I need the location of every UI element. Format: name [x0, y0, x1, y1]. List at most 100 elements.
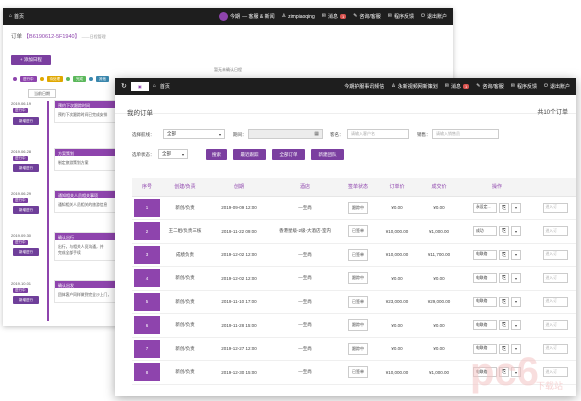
customer-input[interactable]: 请输入客户名 — [347, 129, 409, 139]
chevron-down-icon: ▾ — [218, 132, 221, 137]
status-button[interactable]: 跟踪中 — [348, 319, 368, 332]
copy-icon[interactable]: ⎘ — [499, 249, 509, 260]
enter-order-button[interactable]: 进入订 — [542, 320, 568, 331]
op-select[interactable]: 永设定... — [473, 202, 497, 213]
cell-date: 2019-12-30 15:00 — [208, 360, 270, 385]
enter-order-button[interactable]: 进入订 — [542, 273, 568, 284]
home-link[interactable]: ⌂ 首页 — [3, 13, 24, 21]
greeting-text: 今期护服事讯频信 — [344, 84, 385, 90]
entry-card[interactable]: 方案策划 制定旅游策划方案 — [54, 148, 119, 171]
entry-card[interactable]: 确认出行 出行，与相关人员沟通，并 完成全部手续 — [54, 232, 119, 261]
copy-icon[interactable]: ⎘ — [499, 226, 509, 237]
entry-action-button[interactable]: 新增进行 — [13, 248, 39, 256]
enter-order-button[interactable]: 进入订 — [542, 249, 568, 260]
feedback-link[interactable]: ✉ 程序反馈 — [388, 13, 414, 21]
route-select[interactable]: 全部 ▾ — [163, 129, 225, 139]
entry-card[interactable]: 确认出发 团体客户同样做到完全沙上门， — [54, 280, 119, 303]
logout-link[interactable]: ⏻ 退出账户 — [544, 83, 570, 91]
entry-card[interactable]: 预约下次跟踪时间 预约下次跟踪时间已完成安排 — [54, 100, 119, 123]
copy-icon[interactable]: ⎘ — [499, 296, 509, 307]
sales-input[interactable]: 请输入销售员 — [432, 129, 499, 139]
add-log-button[interactable]: + 添加日程 — [11, 55, 51, 65]
recent-follow-button[interactable]: 最近跟踪 — [233, 149, 266, 160]
logout-link[interactable]: ⏻ 退出账户 — [421, 13, 447, 21]
cell-owner: 新创/负责 — [162, 313, 208, 338]
chevron-down-icon[interactable]: ▾ — [511, 296, 521, 307]
logout-label: 退出账户 — [426, 14, 447, 20]
status-button[interactable]: 已签单 — [348, 366, 368, 379]
status-legend: 进行中 待处理 完成 其他 — [13, 76, 109, 82]
log-date-button[interactable]: 当前日期 — [28, 89, 56, 98]
cell-hotel: —至尚 — [270, 360, 340, 385]
status-button[interactable]: 跟踪中 — [348, 342, 368, 355]
date-range-input[interactable]: ▦ — [248, 129, 323, 139]
sales-label: 销售： — [417, 132, 431, 137]
home-link[interactable]: ↻ ▣ ⌂ 首页 — [115, 82, 170, 91]
copy-icon[interactable]: ⎘ — [499, 320, 509, 331]
enter-order-button[interactable]: 进入订 — [542, 202, 568, 213]
chat-link[interactable]: ✎ 咨询/客服 — [353, 13, 381, 21]
entry-card[interactable]: 通知相关人员相关事项 通知相关人员相关的旅游信息 — [54, 190, 119, 213]
feedback-link[interactable]: ✉ 程序反馈 — [510, 83, 537, 91]
status-button[interactable]: 已签单 — [348, 225, 368, 238]
account-name: 永新视频网新策划 — [397, 84, 438, 90]
cell-deal: ¥0.00 — [418, 313, 460, 338]
legend-chip[interactable]: 进行中 — [20, 76, 37, 82]
enter-order-button[interactable]: 进入订 — [542, 296, 568, 307]
status-button[interactable]: 已签单 — [348, 295, 368, 308]
cell-deal: ¥0.00 — [418, 266, 460, 291]
status-button[interactable]: 跟踪中 — [348, 201, 368, 214]
messages-link[interactable]: ✉ 消息 1 — [445, 83, 470, 90]
user-menu[interactable]: ♙ zimpiaoqing — [282, 14, 315, 20]
search-button[interactable]: 搜索 — [206, 149, 227, 160]
op-select[interactable]: 电联络 — [473, 249, 497, 260]
cell-extra: 进入订 — [534, 313, 576, 338]
table-row: 4 新创/负责 2019-12-02 12:00 —至尚 跟踪中 ¥0.00 ¥0.00 电联… — [132, 266, 576, 291]
entry-action-button[interactable]: 新增进行 — [13, 117, 39, 125]
legend-chip[interactable]: 待处理 — [46, 76, 63, 82]
enter-order-button[interactable]: 进入订 — [542, 226, 568, 237]
table-row: 2 王二姐/负责三核 2019-11-22 09:00 香港星级-2级-大酒店-室内已… — [132, 219, 576, 244]
entry-title: 通知相关人员相关事项 — [55, 191, 118, 198]
refresh-icon[interactable]: ↻ — [121, 83, 127, 90]
entry-action-button[interactable]: 新增进行 — [13, 296, 39, 304]
chevron-down-icon[interactable]: ▾ — [511, 249, 521, 260]
entry-badge: 进行中 — [13, 108, 28, 113]
chat-link[interactable]: ✎ 咨询/客服 — [476, 83, 504, 91]
customer-label: 客名： — [330, 132, 344, 137]
entry-action-button[interactable]: 新增进行 — [13, 206, 39, 214]
entry-body: 预约下次跟踪时间已完成安排 — [55, 108, 118, 122]
messages-badge: 1 — [462, 84, 470, 89]
chevron-down-icon[interactable]: ▾ — [511, 226, 521, 237]
status-button[interactable]: 已签单 — [348, 248, 368, 261]
feedback-icon: ✉ — [510, 83, 515, 89]
all-orders-button[interactable]: 全部订单 — [272, 149, 305, 160]
status-button[interactable]: 跟踪中 — [348, 272, 368, 285]
entry-body-line: 预约下次跟踪时间已完成安排 — [58, 113, 108, 117]
messages-link[interactable]: ✉ 消息 1 — [322, 13, 347, 20]
op-select[interactable]: 成功 — [473, 226, 497, 237]
legend-chip[interactable]: 其他 — [96, 76, 109, 82]
cell-price: ¥10,000.00 — [376, 243, 418, 267]
copy-icon[interactable]: ⎘ — [499, 202, 509, 213]
op-select[interactable]: 电联络 — [473, 273, 497, 284]
user-menu[interactable]: ♙ 永新视频网新策划 — [391, 83, 438, 91]
new-team-button[interactable]: 新建团队 — [311, 149, 344, 160]
chevron-down-icon[interactable]: ▾ — [511, 273, 521, 284]
cell-price: ¥0.00 — [376, 196, 418, 220]
entry-body-line: 通知相关人员相关的旅游信息 — [58, 203, 108, 207]
legend-dot — [39, 77, 44, 81]
copy-icon[interactable]: ⎘ — [499, 273, 509, 284]
messages-badge: 1 — [339, 14, 347, 19]
home-icon: ⌂ — [9, 13, 13, 19]
col-extra — [534, 178, 576, 197]
chevron-down-icon: ▾ — [181, 152, 184, 157]
chevron-down-icon[interactable]: ▾ — [511, 202, 521, 213]
status-select[interactable]: 全部 ▾ — [158, 149, 188, 159]
op-select[interactable]: 电联络 — [473, 320, 497, 331]
chevron-down-icon[interactable]: ▾ — [511, 320, 521, 331]
legend-chip[interactable]: 完成 — [73, 76, 86, 82]
entry-action-button[interactable]: 新增进行 — [13, 164, 39, 172]
entry-body: 制定旅游策划方案 — [55, 156, 118, 170]
op-select[interactable]: 电联络 — [473, 296, 497, 307]
